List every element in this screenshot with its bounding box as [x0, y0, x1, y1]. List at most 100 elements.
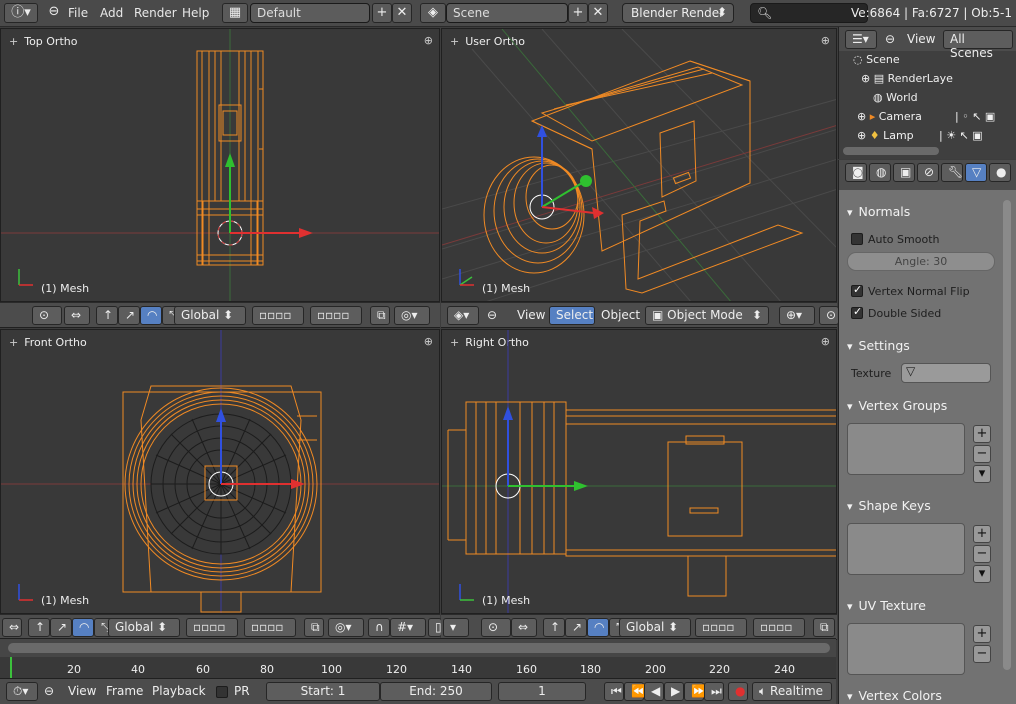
transform-orientation-dropdown[interactable]: Global ⬍ [108, 618, 180, 637]
collapse-menu-icon[interactable]: ⊖ [487, 308, 497, 322]
outliner-item-renderlayers[interactable]: ⊕ ▤ RenderLaye [861, 72, 1016, 91]
outliner-item-camera[interactable]: ⊕ ▸ Camera | ◦ ↖ ▣ [857, 110, 1016, 129]
auto-smooth-checkbox[interactable] [851, 233, 863, 245]
render-preview-icon[interactable]: ▯ [428, 618, 442, 637]
modifiers-tab-icon[interactable]: 🔧︎ [941, 163, 963, 182]
object-tab-icon[interactable]: ▣ [893, 163, 915, 182]
timeline-scrollbar[interactable] [0, 639, 836, 657]
settings-panel-header[interactable]: Settings [847, 338, 997, 353]
visibility-icons[interactable]: | ◦ ↖ ▣ [955, 110, 995, 123]
lock-layers-icon[interactable]: ⧉ [304, 618, 324, 637]
outliner-scrollbar[interactable] [843, 147, 939, 155]
jump-keyframe-forward-icon[interactable]: ⏩ [684, 682, 706, 701]
remove-shape-key-icon[interactable]: − [973, 545, 991, 563]
menu-object[interactable]: Object [601, 308, 640, 322]
viewport-user-ortho[interactable]: User Ortho ⊕ (1 [441, 28, 837, 302]
proportional-edit-icon[interactable]: ◎▾ [394, 306, 430, 325]
pivot-icon[interactable]: ▾ [443, 618, 469, 637]
manipulator-toggle-icon[interactable]: ⇔ [2, 618, 22, 637]
menu-playback[interactable]: Playback [152, 684, 206, 698]
scene-icon[interactable]: ◈ [420, 3, 446, 23]
vertex-groups-panel-header[interactable]: Vertex Groups [847, 398, 997, 413]
outliner-panel[interactable]: ☰▾ ⊖ View All Scenes ◌ Scene ⊕ ▤ RenderL… [838, 27, 1016, 159]
expand-icon[interactable]: ⊕ [857, 129, 866, 142]
add-layout-icon[interactable]: + [372, 3, 392, 23]
editor-type-button[interactable]: ◈▾ [447, 306, 479, 325]
translate-manipulator-icon[interactable]: ↑ [96, 306, 118, 325]
play-icon[interactable]: ▶ [664, 682, 684, 701]
layers-block-2[interactable]: ▫▫▫▫ [310, 306, 362, 325]
texture-space-field[interactable]: ▽ [901, 363, 991, 383]
mesh-data-tab-icon[interactable]: ▽ [965, 163, 987, 182]
visibility-icons[interactable]: | ☀ ↖ ▣ [939, 129, 983, 142]
play-reverse-icon[interactable]: ◀ [644, 682, 664, 701]
snap-magnet-icon[interactable]: ∩ [368, 618, 390, 637]
shape-keys-panel-header[interactable]: Shape Keys [847, 498, 997, 513]
material-tab-icon[interactable]: ● [989, 163, 1011, 182]
menu-view[interactable]: View [517, 308, 545, 322]
current-frame-marker[interactable] [10, 657, 12, 679]
menu-view[interactable]: View [68, 684, 96, 698]
menu-file[interactable]: File [68, 6, 88, 20]
snap-grid-icon[interactable]: #▾ [390, 618, 426, 637]
vertex-groups-list[interactable] [847, 423, 965, 475]
screen-layout-icon[interactable]: ▦ [222, 3, 248, 23]
translate-manipulator-icon[interactable]: ↑ [28, 618, 50, 637]
render-engine-dropdown[interactable]: Blender Render ⬍ [622, 3, 734, 23]
display-mode-dropdown[interactable]: All Scenes [943, 30, 1013, 60]
pivot-point-button[interactable]: ⊙ [481, 618, 511, 637]
timeline-area[interactable]: 20 40 60 80 100 120 140 160 180 200 220 … [0, 638, 836, 679]
translate-manipulator-icon[interactable]: ↑ [543, 618, 565, 637]
lock-layers-icon[interactable]: ⧉ [370, 306, 390, 325]
transform-orientation-dropdown[interactable]: Global ⬍ [619, 618, 691, 637]
layers-block-1[interactable]: ▫▫▫▫ [186, 618, 238, 637]
properties-panel[interactable]: ◙ ◍ ▣ ⊘ 🔧︎ ▽ ● Normals Auto Smooth Angle… [838, 160, 1016, 704]
uv-texture-panel-header[interactable]: UV Texture [847, 598, 997, 613]
viewport-shading-button[interactable]: ⊕▾ [779, 306, 815, 325]
screen-layout-field[interactable]: Default [250, 3, 370, 23]
collapse-menu-icon[interactable]: ⊖ [885, 32, 895, 46]
rotate-arc-icon[interactable]: ◠ [72, 618, 94, 637]
timeline-scroll-thumb[interactable] [8, 643, 830, 653]
info-editor-type-button[interactable]: ⓘ▾ [4, 3, 38, 23]
layers-block-2[interactable]: ▫▫▫▫ [753, 618, 805, 637]
render-tab-icon[interactable]: ◙ [845, 163, 867, 182]
layers-block-2[interactable]: ▫▫▫▫ [244, 618, 296, 637]
normals-panel-header[interactable]: Normals [847, 204, 997, 219]
vertex-colors-panel-header[interactable]: Vertex Colors [847, 688, 997, 703]
layers-block-1[interactable]: ▫▫▫▫ [695, 618, 747, 637]
rotate-manipulator-icon[interactable]: ↗ [50, 618, 72, 637]
menu-frame[interactable]: Frame [106, 684, 143, 698]
shape-keys-list[interactable] [847, 523, 965, 575]
uv-texture-list[interactable] [847, 623, 965, 675]
menu-select[interactable]: Select [549, 306, 595, 325]
double-sided-checkbox[interactable] [851, 305, 863, 319]
outliner-item-lamp[interactable]: ⊕ ♦ Lamp | ☀ ↖ ▣ [857, 129, 1016, 148]
remove-scene-icon[interactable]: ✕ [588, 3, 608, 23]
world-tab-icon[interactable]: ◍ [869, 163, 891, 182]
editor-type-button[interactable]: ⏱▾ [6, 682, 38, 701]
remove-uv-texture-icon[interactable]: − [973, 645, 991, 663]
jump-end-icon[interactable]: ⏭ [704, 682, 724, 701]
lock-layers-icon[interactable]: ⧉ [813, 618, 835, 637]
menu-add[interactable]: Add [100, 6, 123, 20]
collapse-menu-icon[interactable]: ⊖ [44, 684, 54, 698]
constraints-tab-icon[interactable]: ⊘ [917, 163, 939, 182]
add-vertex-group-icon[interactable]: + [973, 425, 991, 443]
jump-start-icon[interactable]: ⏮ [604, 682, 624, 701]
rotate-arc-icon[interactable]: ◠ [587, 618, 609, 637]
layers-block-1[interactable]: ▫▫▫▫ [252, 306, 304, 325]
remove-vertex-group-icon[interactable]: − [973, 445, 991, 463]
expand-icon[interactable]: ⊕ [857, 110, 866, 123]
outliner-item-world[interactable]: ◍ World [873, 91, 1016, 110]
viewport-top-ortho[interactable]: Top Ortho ⊕ (1) Mesh [0, 28, 440, 302]
vertex-normal-flip-checkbox[interactable] [851, 283, 863, 297]
outliner-item-scene[interactable]: ◌ Scene [853, 53, 1013, 72]
transform-orientation-dropdown[interactable]: Global ⬍ [174, 306, 246, 325]
jump-keyframe-back-icon[interactable]: ⏪ [624, 682, 646, 701]
properties-scrollbar[interactable] [1003, 200, 1011, 670]
rotate-manipulator-icon[interactable]: ↗ [565, 618, 587, 637]
manipulator-toggle-icon[interactable]: ⇔ [511, 618, 537, 637]
collapse-icon[interactable]: ⊖ [44, 3, 64, 23]
preview-range-checkbox[interactable] [216, 686, 228, 698]
